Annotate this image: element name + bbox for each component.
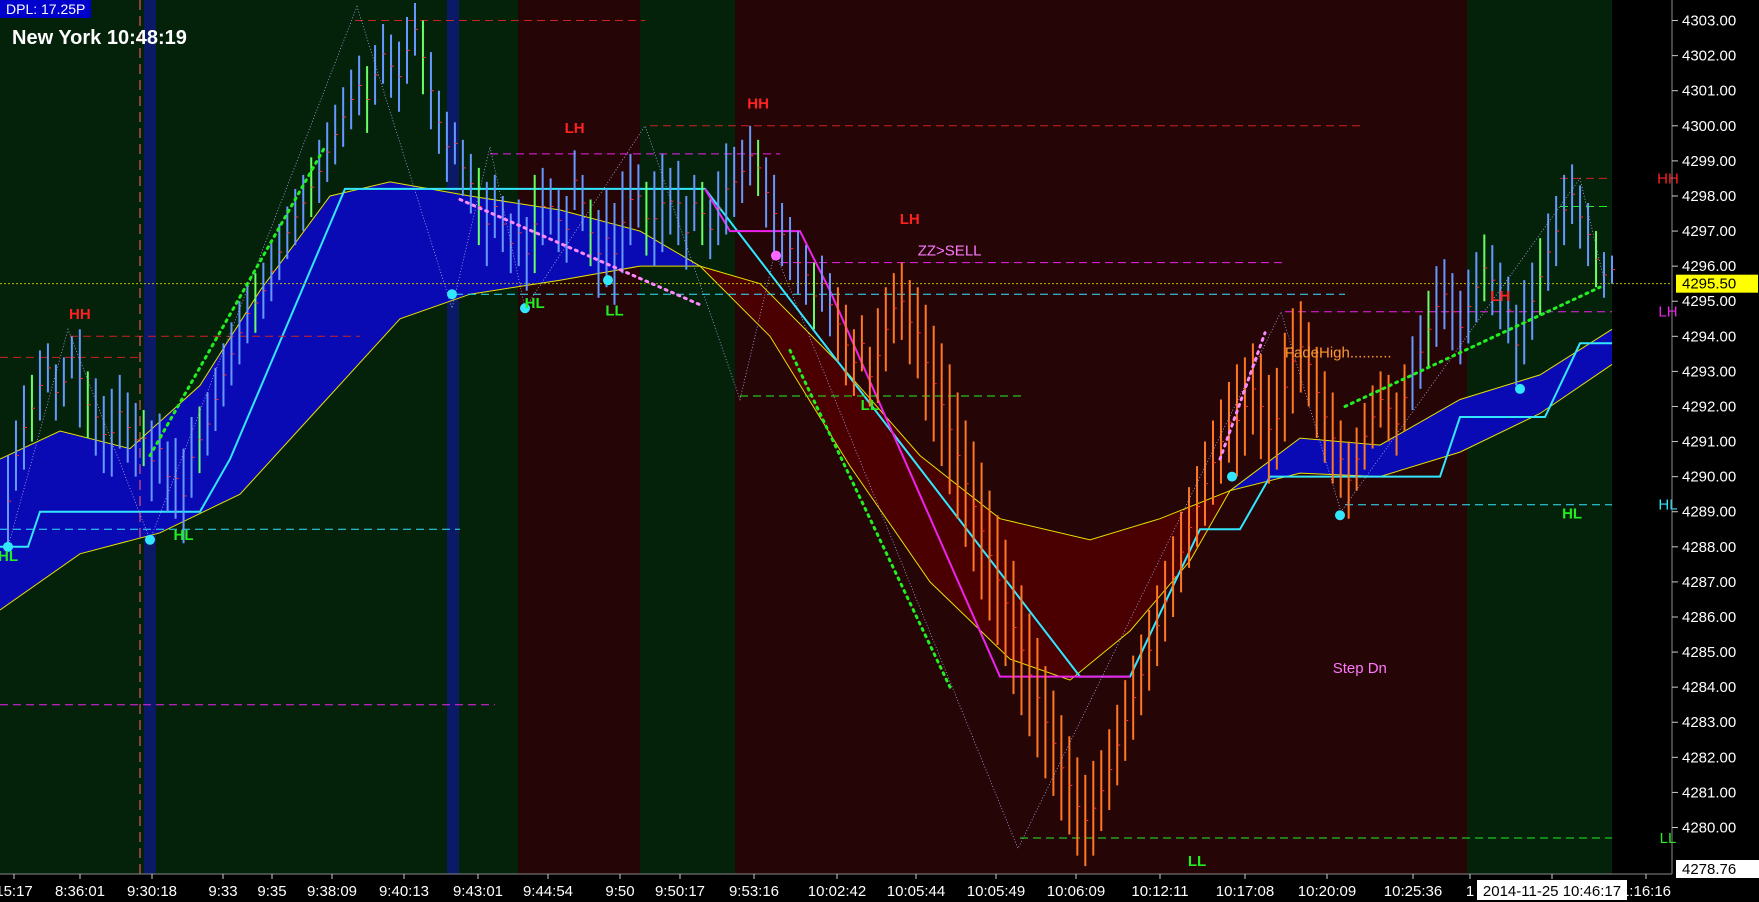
price-chart[interactable]: HH HL HL HH HL LH LL HH LL LH LL LH HL HH ZZ>SELL FadeH… — [0, 0, 1759, 902]
pivot-dot — [603, 275, 613, 286]
annotation-label: FadeHigh.......... — [1285, 344, 1392, 361]
x-tick-label: 10:17:08 — [1216, 883, 1274, 900]
y-tick-label: 4292.00 — [1682, 398, 1736, 415]
swing-label: HL — [174, 527, 194, 544]
y-tick-label: 4293.00 — [1682, 363, 1736, 380]
y-tick-label: 4280.00 — [1682, 819, 1736, 836]
bottom-price-label: 4278.76 — [1682, 861, 1736, 878]
x-tick-label: 10:20:09 — [1298, 883, 1356, 900]
x-tick-label: 9:50:17 — [655, 883, 705, 900]
right-level-label: LL — [1660, 830, 1677, 847]
y-tick-label: 4289.00 — [1682, 504, 1736, 521]
x-tick-label: 1:16:16 — [1621, 883, 1671, 900]
x-tick-label: 9:35 — [257, 883, 286, 900]
x-tick-label: 2014-11-25 10:46:17 — [1483, 883, 1621, 900]
swing-label: HL — [0, 548, 18, 565]
pivot-dot — [1515, 383, 1525, 394]
x-tick-label: 9:50 — [605, 883, 634, 900]
x-tick-label: 9:43:01 — [453, 883, 503, 900]
x-tick-label: 10:25:36 — [1384, 883, 1442, 900]
x-tick-label: 10:05:49 — [967, 883, 1025, 900]
y-tick-label: 4295.00 — [1682, 293, 1736, 310]
right-level-label: HL — [1658, 497, 1677, 514]
swing-label: LH — [1490, 288, 1510, 305]
y-tick-label: 4302.00 — [1682, 48, 1736, 65]
x-tick-label: 9:44:54 — [523, 883, 573, 900]
swing-label: LH — [900, 211, 920, 228]
x-tick-label: 9:30:18 — [127, 883, 177, 900]
x-tick-label: 9:33 — [208, 883, 237, 900]
pivot-dot — [1335, 510, 1345, 521]
dpl-badge: DPL: 17.25P — [0, 0, 92, 18]
y-tick-label: 4300.00 — [1682, 118, 1736, 135]
swing-label: LL — [1188, 853, 1206, 870]
y-tick-label: 4298.00 — [1682, 188, 1736, 205]
x-tick-label: 9:53:16 — [729, 883, 779, 900]
x-tick-label: 9:38:09 — [307, 883, 357, 900]
swing-label: LL — [861, 397, 879, 414]
swing-label: LH — [565, 120, 585, 137]
swing-label: HH — [747, 95, 769, 112]
x-tick-label: 10:05:44 — [887, 883, 945, 900]
y-tick-label: 4288.00 — [1682, 539, 1736, 556]
x-tick-label: 10:12:11 — [1131, 883, 1188, 900]
pivot-dot — [447, 289, 457, 300]
y-tick-label: 4299.00 — [1682, 153, 1736, 170]
x-tick-label: 9:40:13 — [379, 883, 429, 900]
swing-label: LL — [605, 302, 623, 319]
y-tick-label: 4281.00 — [1682, 784, 1736, 801]
swing-label: HL — [1562, 506, 1582, 523]
y-tick-label: 4284.00 — [1682, 679, 1736, 696]
y-tick-label: 4290.00 — [1682, 469, 1736, 486]
y-tick-label: 4286.00 — [1682, 609, 1736, 626]
y-tick-label: 4282.00 — [1682, 749, 1736, 766]
x-tick-label: 10:02:42 — [808, 883, 866, 900]
current-price-label: 4295.50 — [1682, 276, 1736, 293]
right-level-label: HH — [1657, 170, 1679, 187]
y-tick-label: 4297.00 — [1682, 223, 1736, 240]
annotation-label: ZZ>SELL — [918, 243, 982, 260]
pivot-dot — [145, 534, 155, 545]
x-tick-label: 15:17 — [0, 883, 33, 900]
y-tick-label: 4287.00 — [1682, 574, 1736, 591]
pivot-dot — [1227, 471, 1237, 482]
y-tick-label: 4285.00 — [1682, 644, 1736, 661]
annotation-label: Step Dn — [1333, 660, 1387, 677]
y-tick-label: 4296.00 — [1682, 258, 1736, 275]
y-tick-label: 4291.00 — [1682, 434, 1736, 451]
clock-label: New York 10:48:19 — [12, 27, 187, 49]
session-marker — [447, 0, 459, 874]
y-tick-label: 4301.00 — [1682, 83, 1736, 100]
swing-label: HH — [412, 0, 434, 3]
swing-label: HL — [525, 295, 545, 312]
right-level-label: LH — [1658, 304, 1677, 321]
sell-dot — [771, 250, 781, 261]
y-tick-label: 4303.00 — [1682, 13, 1736, 30]
x-tick-label: 8:36:01 — [55, 883, 105, 900]
y-tick-label: 4294.00 — [1682, 328, 1736, 345]
swing-label: HH — [69, 306, 91, 323]
x-tick-label: 10:06:09 — [1047, 883, 1105, 900]
session-zone — [640, 0, 735, 874]
x-tick-label: 1 — [1466, 883, 1474, 900]
y-tick-label: 4283.00 — [1682, 714, 1736, 731]
